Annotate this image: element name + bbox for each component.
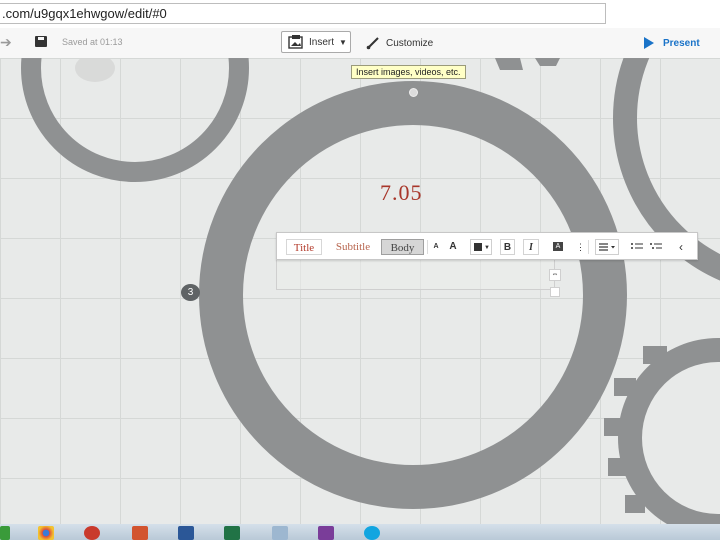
prezi-canvas[interactable]: 7.05 3 Title Subtitle Body A A ▼ B I A ⋮: [0, 58, 720, 524]
browser-address-bar: .com/u9gqx1ehwgow/edit/#0: [0, 0, 720, 29]
bullet-list-icon: [631, 243, 643, 249]
gear-teeth-top: [495, 58, 560, 70]
windows-icon[interactable]: [0, 526, 10, 540]
more-options-button[interactable]: ⋮: [576, 239, 585, 255]
style-body-button[interactable]: Body: [381, 239, 424, 255]
divider: [427, 240, 428, 254]
gear-cog-bottom-right: [604, 338, 720, 524]
skype-icon[interactable]: [364, 526, 380, 540]
text-format-toolbar: Title Subtitle Body A A ▼ B I A ⋮ ‹: [276, 232, 698, 260]
chrome-icon[interactable]: [38, 526, 54, 540]
redo-arrow-icon[interactable]: ➔: [0, 34, 12, 51]
highlight-button[interactable]: A: [552, 239, 565, 255]
resize-handle[interactable]: [550, 287, 560, 297]
slide-title[interactable]: 7.05: [380, 180, 423, 206]
highlight-icon: A: [553, 242, 563, 251]
gear-ring-main: [199, 81, 627, 509]
path-step-badge[interactable]: 3: [181, 284, 200, 301]
bullet-list-button[interactable]: [630, 239, 644, 255]
collapse-toolbar-button[interactable]: ‹: [675, 239, 687, 255]
style-title-button[interactable]: Title: [286, 239, 322, 255]
insert-tooltip: Insert images, videos, etc.: [351, 65, 466, 79]
color-swatch: [474, 243, 482, 251]
blur-shape: [75, 58, 115, 82]
move-handle[interactable]: ⇔: [549, 269, 561, 281]
customize-label: Customize: [386, 37, 434, 49]
indent-list-button[interactable]: [649, 239, 663, 255]
text-color-button[interactable]: ▼: [470, 239, 492, 255]
file-icon[interactable]: [272, 526, 288, 540]
gear-background: [21, 58, 720, 524]
word-icon[interactable]: [178, 526, 194, 540]
bold-button[interactable]: B: [500, 239, 515, 255]
style-subtitle-button[interactable]: Subtitle: [329, 239, 377, 255]
frame-handle[interactable]: [409, 88, 418, 97]
gear-ring-top-left: [21, 58, 249, 182]
insert-label: Insert: [309, 36, 335, 48]
brush-icon: [366, 37, 379, 50]
play-icon: [644, 37, 654, 49]
chevron-down-icon: ▼: [484, 245, 490, 251]
insert-icon: [288, 35, 303, 49]
chrome-icon[interactable]: [84, 526, 100, 540]
chevron-down-icon: ▼: [339, 37, 347, 47]
text-edit-box[interactable]: [276, 260, 555, 290]
save-icon[interactable]: [35, 36, 47, 47]
powerpoint-icon[interactable]: [132, 526, 148, 540]
insert-button[interactable]: Insert ▼: [281, 31, 351, 53]
align-icon: [599, 243, 615, 251]
italic-button[interactable]: I: [523, 239, 539, 255]
align-button[interactable]: [595, 239, 619, 255]
divider: [588, 240, 589, 254]
url-text: .com/u9gqx1ehwgow/edit/#0: [2, 6, 167, 21]
editor-toolbar: ➔ Saved at 01:13 Insert ▼ Customize Pres…: [0, 28, 720, 59]
onenote-icon[interactable]: [318, 526, 334, 540]
increase-font-button[interactable]: A: [447, 239, 459, 255]
excel-icon[interactable]: [224, 526, 240, 540]
url-field[interactable]: .com/u9gqx1ehwgow/edit/#0: [0, 3, 606, 24]
present-label: Present: [663, 37, 700, 49]
decrease-font-button[interactable]: A: [431, 239, 441, 255]
indent-list-icon: [650, 243, 662, 249]
present-button[interactable]: Present: [643, 34, 700, 52]
saved-status: Saved at 01:13: [62, 37, 123, 47]
customize-button[interactable]: Customize: [366, 34, 433, 52]
taskbar: [0, 524, 720, 540]
